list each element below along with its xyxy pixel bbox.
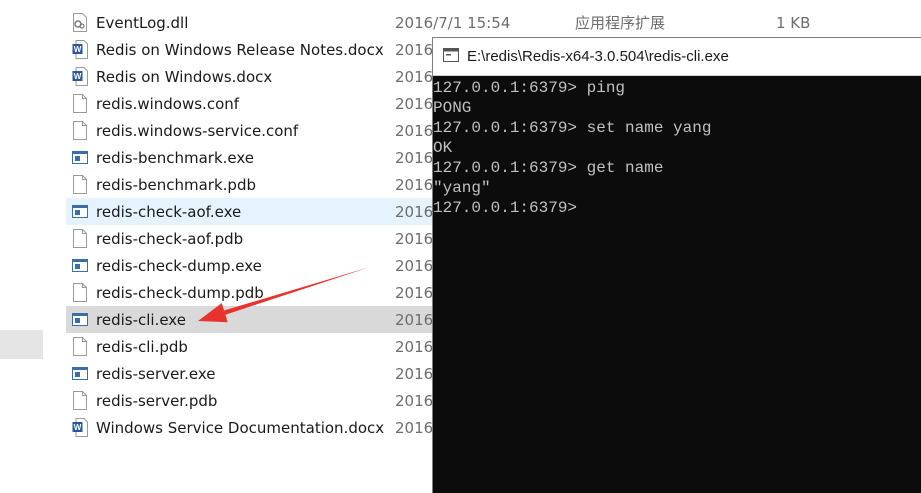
file-name: redis-check-aof.exe xyxy=(96,202,242,221)
file-date: 2016/7/1 15:54 xyxy=(395,13,511,32)
console-line: "yang" xyxy=(433,179,491,197)
file-date: 2016 xyxy=(395,256,434,275)
file-date: 2016 xyxy=(395,202,434,221)
blank-file-icon xyxy=(72,337,88,356)
exe-file-icon xyxy=(72,256,88,275)
file-date: 2016 xyxy=(395,67,434,86)
blank-file-icon xyxy=(72,391,88,410)
console-line: 127.0.0.1:6379> xyxy=(433,199,578,217)
file-date: 2016 xyxy=(395,391,434,410)
svg-text:W: W xyxy=(74,423,82,432)
word-document-icon: W xyxy=(72,40,88,59)
svg-text:W: W xyxy=(74,45,82,54)
svg-text:W: W xyxy=(74,72,82,81)
file-name: redis-benchmark.exe xyxy=(96,148,255,167)
file-date: 2016 xyxy=(395,148,434,167)
file-row[interactable]: EventLog.dll 2016/7/1 15:54 应用程序扩展 1 KB xyxy=(66,9,916,36)
file-name: Redis on Windows.docx xyxy=(96,67,273,86)
file-name: redis-check-dump.pdb xyxy=(96,283,264,302)
file-date: 2016 xyxy=(395,175,434,194)
file-name: redis-check-aof.pdb xyxy=(96,229,244,248)
word-document-icon: W xyxy=(72,418,88,437)
file-name: redis-cli.pdb xyxy=(96,337,188,356)
file-name: redis.windows-service.conf xyxy=(96,121,299,140)
file-name: redis.windows.conf xyxy=(96,94,240,113)
file-name: redis-check-dump.exe xyxy=(96,256,262,275)
console-window[interactable]: E:\redis\Redis-x64-3.0.504\redis-cli.exe… xyxy=(432,37,921,493)
console-title: E:\redis\Redis-x64-3.0.504\redis-cli.exe xyxy=(467,48,729,65)
console-output[interactable]: 127.0.0.1:6379> ping PONG 127.0.0.1:6379> … xyxy=(433,76,921,218)
exe-file-icon xyxy=(72,310,88,329)
blank-file-icon xyxy=(72,94,88,113)
file-size: 1 KB xyxy=(776,13,811,32)
file-name: EventLog.dll xyxy=(96,13,189,32)
file-date: 2016 xyxy=(395,40,434,59)
console-line: 127.0.0.1:6379> get name xyxy=(433,159,664,177)
blank-file-icon xyxy=(72,175,88,194)
console-app-icon xyxy=(443,47,459,66)
file-name: Windows Service Documentation.docx xyxy=(96,418,385,437)
file-name: redis-server.pdb xyxy=(96,391,218,410)
file-date: 2016 xyxy=(395,121,434,140)
blank-file-icon xyxy=(72,121,88,140)
file-date: 2016 xyxy=(395,364,434,383)
exe-file-icon xyxy=(72,202,88,221)
console-line: 127.0.0.1:6379> ping xyxy=(433,79,626,97)
blank-file-icon xyxy=(72,283,88,302)
word-document-icon: W xyxy=(72,67,88,86)
file-name: redis-server.exe xyxy=(96,364,216,383)
file-date: 2016 xyxy=(395,337,434,356)
dll-file-icon xyxy=(72,13,88,32)
file-name: redis-benchmark.pdb xyxy=(96,175,256,194)
blank-file-icon xyxy=(72,229,88,248)
exe-file-icon xyxy=(72,364,88,383)
file-date: 2016 xyxy=(395,94,434,113)
file-date: 2016 xyxy=(395,418,434,437)
navigation-pane-highlight xyxy=(0,330,43,359)
file-name: Redis on Windows Release Notes.docx xyxy=(96,40,384,59)
file-date: 2016 xyxy=(395,283,434,302)
file-type: 应用程序扩展 xyxy=(575,14,666,32)
console-line: PONG xyxy=(433,99,472,117)
console-titlebar[interactable]: E:\redis\Redis-x64-3.0.504\redis-cli.exe xyxy=(433,38,921,76)
console-line: OK xyxy=(433,139,453,157)
file-date: 2016 xyxy=(395,310,434,329)
file-name: redis-cli.exe xyxy=(96,310,186,329)
console-line: 127.0.0.1:6379> set name yang xyxy=(433,119,712,137)
file-date: 2016 xyxy=(395,229,434,248)
exe-file-icon xyxy=(72,148,88,167)
